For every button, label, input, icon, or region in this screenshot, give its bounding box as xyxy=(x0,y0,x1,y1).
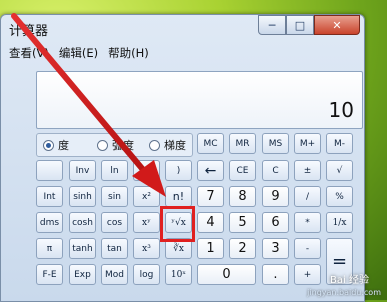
right-paren-button[interactable]: ) xyxy=(165,160,192,181)
int-button[interactable]: Int xyxy=(36,186,63,207)
divide-button[interactable]: / xyxy=(294,186,321,207)
inv-button[interactable]: Inv xyxy=(69,160,96,181)
square-button[interactable]: x² xyxy=(133,186,160,207)
display-value: 10 xyxy=(328,98,354,122)
multiply-button[interactable]: * xyxy=(294,212,321,233)
angle-mode-group: 度 弧度 梯度 xyxy=(36,133,193,157)
radio-gradians-dot xyxy=(149,139,160,151)
title-bar[interactable]: 计算器 ─ □ ✕ xyxy=(1,15,364,42)
calculator-window: 计算器 ─ □ ✕ 查看(V) 编辑(E) 帮助(H) 10 度 弧度 梯度 M… xyxy=(0,14,365,302)
result-display: 10 xyxy=(36,71,363,129)
minimize-button[interactable]: ─ xyxy=(258,15,286,35)
radio-radians-label: 弧度 xyxy=(112,139,134,152)
log-button[interactable]: log xyxy=(133,264,160,285)
decimal-button[interactable]: . xyxy=(262,264,289,285)
radio-radians[interactable]: 弧度 xyxy=(97,137,134,153)
exp-button[interactable]: Exp xyxy=(69,264,96,285)
factorial-button[interactable]: n! xyxy=(165,186,192,207)
menu-edit[interactable]: 编辑(E) xyxy=(59,42,98,64)
reciprocal-button[interactable]: 1/x xyxy=(326,212,353,233)
ten-power-button[interactable]: 10ˣ xyxy=(165,264,192,285)
highlight-box xyxy=(160,206,195,242)
menu-bar: 查看(V) 编辑(E) 帮助(H) xyxy=(1,42,364,64)
menu-view[interactable]: 查看(V) xyxy=(9,42,49,64)
percent-button[interactable]: % xyxy=(326,186,353,207)
cos-button[interactable]: cos xyxy=(101,212,128,233)
negate-button[interactable]: ± xyxy=(294,160,321,181)
maximize-button[interactable]: □ xyxy=(286,15,314,35)
watermark-text: jingyan.baidu.com xyxy=(307,288,381,297)
watermark-logo: Bai 经验 xyxy=(330,275,369,286)
tan-button[interactable]: tan xyxy=(101,238,128,259)
close-button[interactable]: ✕ xyxy=(314,15,360,35)
sin-button[interactable]: sin xyxy=(101,186,128,207)
subtract-button[interactable]: - xyxy=(294,238,321,259)
cube-button[interactable]: x³ xyxy=(133,238,160,259)
ms-button[interactable]: MS xyxy=(262,133,289,154)
clear-button[interactable]: C xyxy=(262,160,289,181)
dms-button[interactable]: dms xyxy=(36,212,63,233)
window-title: 计算器 xyxy=(9,24,49,39)
radio-degrees-dot xyxy=(43,139,54,151)
digit-4-button[interactable]: 4 xyxy=(197,212,224,233)
digit-6-button[interactable]: 6 xyxy=(262,212,289,233)
radio-radians-dot xyxy=(97,139,108,151)
digit-7-button[interactable]: 7 xyxy=(197,186,224,207)
radio-degrees-label: 度 xyxy=(58,139,69,152)
radio-gradians[interactable]: 梯度 xyxy=(149,137,186,153)
digit-2-button[interactable]: 2 xyxy=(229,238,256,259)
cosh-button[interactable]: cosh xyxy=(69,212,96,233)
pi-button[interactable]: π xyxy=(36,238,63,259)
mod-button[interactable]: Mod xyxy=(101,264,128,285)
radio-gradians-label: 梯度 xyxy=(164,139,186,152)
caption-buttons: ─ □ ✕ xyxy=(258,15,360,35)
tanh-button[interactable]: tanh xyxy=(69,238,96,259)
ce-button[interactable]: CE xyxy=(229,160,256,181)
digit-5-button[interactable]: 5 xyxy=(229,212,256,233)
digit-9-button[interactable]: 9 xyxy=(262,186,289,207)
m-plus-button[interactable]: M+ xyxy=(294,133,321,154)
digit-8-button[interactable]: 8 xyxy=(229,186,256,207)
mc-button[interactable]: MC xyxy=(197,133,224,154)
menu-help[interactable]: 帮助(H) xyxy=(108,42,149,64)
digit-1-button[interactable]: 1 xyxy=(197,238,224,259)
blank-key xyxy=(36,160,63,181)
radio-degrees[interactable]: 度 xyxy=(43,137,69,153)
m-minus-button[interactable]: M- xyxy=(326,133,353,154)
left-paren-button[interactable]: ( xyxy=(133,160,160,181)
digit-3-button[interactable]: 3 xyxy=(262,238,289,259)
fe-button[interactable]: F-E xyxy=(36,264,63,285)
backspace-button[interactable]: ← xyxy=(197,160,224,181)
mr-button[interactable]: MR xyxy=(229,133,256,154)
digit-0-button[interactable]: 0 xyxy=(197,264,256,285)
ln-button[interactable]: ln xyxy=(101,160,128,181)
sqrt-button[interactable]: √ xyxy=(326,160,353,181)
add-button[interactable]: + xyxy=(294,264,321,285)
power-button[interactable]: xʸ xyxy=(133,212,160,233)
sinh-button[interactable]: sinh xyxy=(69,186,96,207)
